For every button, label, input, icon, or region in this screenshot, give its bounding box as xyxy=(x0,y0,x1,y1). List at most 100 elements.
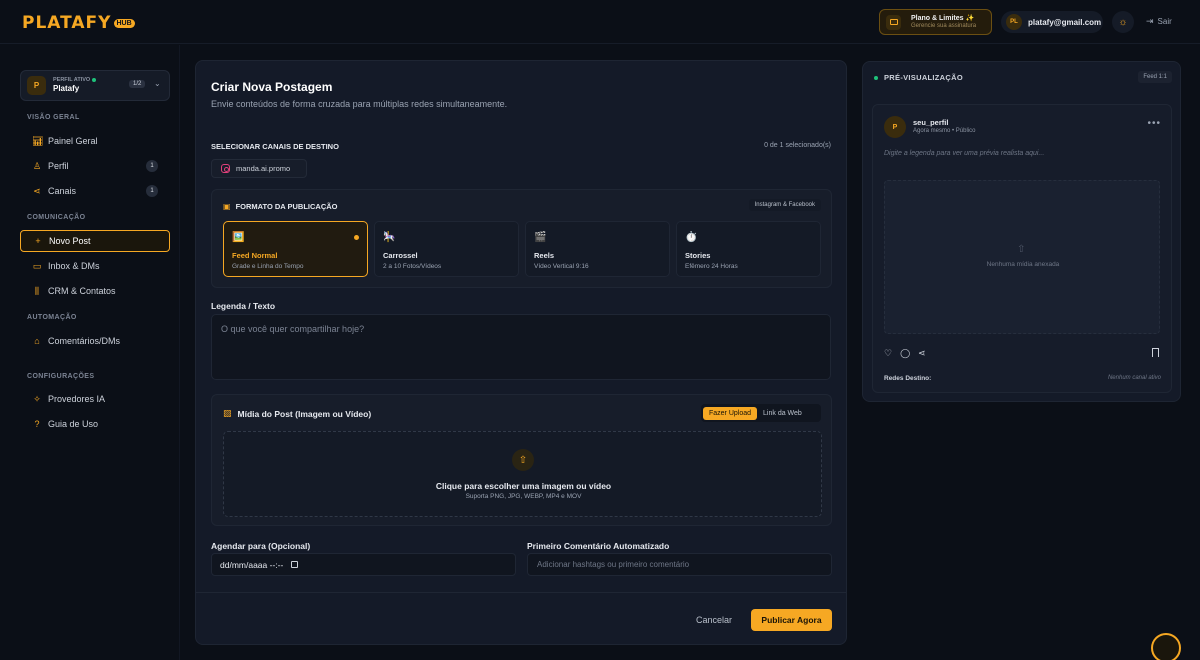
sun-icon: ☼ xyxy=(1118,16,1128,28)
count-badge: 1 xyxy=(146,160,158,172)
calendar-icon[interactable] xyxy=(291,561,299,568)
first-comment-input[interactable] xyxy=(527,553,832,576)
film-icon: ▣ xyxy=(223,202,231,211)
image-icon: 🖼️ xyxy=(232,232,245,243)
upload-tab[interactable]: Fazer Upload xyxy=(703,406,758,420)
user-menu[interactable]: PL platafy@gmail.com xyxy=(1001,11,1103,33)
logo[interactable]: PLATAFY HUB xyxy=(22,13,135,33)
format-option-stories[interactable]: ⏱️ Stories Efêmero 24 Horas xyxy=(676,221,821,277)
sidebar-item-canais[interactable]: ⋖ Canais 1 xyxy=(20,180,170,202)
channel-chip-instagram[interactable]: manda.ai.promo xyxy=(211,159,307,178)
profile-count-badge: 1/2 xyxy=(129,80,146,88)
active-profile-selector[interactable]: P PERFIL ATIVO Platafy 1/2 ⌄ xyxy=(20,70,170,101)
schedule-datetime-input[interactable]: dd/mm/aaaa --:-- xyxy=(211,553,516,576)
carousel-icon: 🎠 xyxy=(383,232,396,243)
sidebar-item-label: CRM & Contatos xyxy=(48,286,116,296)
caption-textarea[interactable] xyxy=(211,314,831,380)
format-option-sub: Grade e Linha do Tempo xyxy=(232,263,304,270)
sidebar-item-novo-post[interactable]: + Novo Post xyxy=(20,230,170,252)
sidebar-item-guia-de-uso[interactable]: ? Guia de Uso xyxy=(20,413,170,435)
no-media-text: Nenhuma mídia anexada xyxy=(986,261,1060,268)
page-title: Criar Nova Postagem xyxy=(211,80,333,94)
online-dot xyxy=(92,77,97,82)
divider xyxy=(196,592,846,593)
web-link-tab[interactable]: Link da Web xyxy=(757,407,808,420)
logo-badge: HUB xyxy=(113,18,135,28)
avatar: PL xyxy=(1006,14,1022,30)
sidebar-item-painel-geral[interactable]: 📊︎ Painel Geral xyxy=(20,130,170,152)
sidebar-item-label: Painel Geral xyxy=(48,136,98,146)
image-icon: ▨ xyxy=(223,408,232,418)
sidebar-item-label: Guia de Uso xyxy=(48,419,99,429)
sidebar-item-label: Comentários/DMs xyxy=(48,336,121,346)
channel-name: manda.ai.promo xyxy=(236,164,291,173)
profile-avatar: P xyxy=(27,76,46,95)
logout-icon: ⇥ xyxy=(1146,16,1154,26)
format-option-sub: Efêmero 24 Horas xyxy=(685,263,738,270)
heart-icon[interactable]: ♡ xyxy=(884,348,892,359)
message-icon: ▭ xyxy=(32,260,42,271)
sidebar-item-crm[interactable]: ⫼ CRM & Contatos xyxy=(20,280,170,302)
theme-toggle-button[interactable]: ☼ xyxy=(1112,11,1134,33)
format-title: FORMATO DA PUBLICAÇÃO xyxy=(235,202,338,211)
preview-title: PRÉ-VISUALIZAÇÃO xyxy=(884,73,963,82)
stopwatch-icon: ⏱️ xyxy=(685,232,698,243)
format-option-title: Carrossel xyxy=(383,251,418,260)
format-option-sub: Vídeo Vertical 9:16 xyxy=(534,263,589,270)
format-option-reels[interactable]: 🎬 Reels Vídeo Vertical 9:16 xyxy=(525,221,670,277)
chevron-down-icon: ⌄ xyxy=(154,79,161,88)
format-section: ▣ FORMATO DA PUBLICAÇÃO Instagram & Faceb… xyxy=(211,189,832,288)
kanban-icon: ⫼ xyxy=(34,285,40,296)
schedule-value: dd/mm/aaaa --:-- xyxy=(220,559,284,570)
selected-dot xyxy=(354,235,359,240)
plan-limits-button[interactable]: Plano & Limites ✨ Gerencie sua assinatur… xyxy=(879,9,992,35)
format-option-title: Feed Normal xyxy=(232,251,278,260)
caption-label: Legenda / Texto xyxy=(211,301,276,311)
bar-chart-icon: 📊︎ xyxy=(32,135,44,146)
first-comment-label: Primeiro Comentário Automatizado xyxy=(527,541,670,551)
page-subtitle: Envie conteúdos de forma cruzada para mú… xyxy=(211,99,508,109)
dest-networks-value: Nenhum canal ativo xyxy=(1107,375,1161,381)
clapper-icon: 🎬 xyxy=(534,232,547,243)
sidebar-item-comentarios[interactable]: ⌂ Comentários/DMs xyxy=(20,330,170,352)
avatar: P xyxy=(884,116,906,138)
logo-text: PLATAFY xyxy=(22,13,112,33)
format-option-carrossel[interactable]: 🎠 Carrossel 2 a 10 Fotos/Vídeos xyxy=(374,221,519,277)
sidebar-item-inbox[interactable]: ▭ Inbox & DMs xyxy=(20,255,170,277)
bot-icon: ⌂ xyxy=(34,336,40,346)
bookmark-icon[interactable] xyxy=(1152,348,1159,357)
sidebar-item-label: Canais xyxy=(48,186,77,196)
floating-help-button[interactable] xyxy=(1151,633,1181,660)
help-icon: ? xyxy=(34,419,40,429)
create-post-card: Criar Nova Postagem Envie conteúdos de f… xyxy=(195,60,847,645)
sidebar-item-label: Inbox & DMs xyxy=(48,261,100,271)
section-label: AUTOMAÇÃO xyxy=(27,314,77,321)
instagram-icon xyxy=(221,164,230,173)
cancel-button[interactable]: Cancelar xyxy=(696,615,732,625)
format-option-feed[interactable]: 🖼️ Feed Normal Grade e Linha do Tempo xyxy=(223,221,368,277)
publish-button[interactable]: Publicar Agora xyxy=(751,609,832,631)
logout-button[interactable]: ⇥ Sair xyxy=(1146,16,1172,27)
media-section: ▨ Mídia do Post (Imagem ou Vídeo) Fazer U… xyxy=(211,394,832,526)
top-bar: PLATAFY HUB Plano & Limites ✨ Gerencie s… xyxy=(0,0,1200,44)
sidebar-item-perfil[interactable]: ♙ Perfil 1 xyxy=(20,155,170,177)
format-option-title: Stories xyxy=(685,251,711,260)
section-label: VISÃO GERAL xyxy=(27,114,80,121)
upload-icon: ⇧ xyxy=(1017,244,1026,255)
format-option-sub: 2 a 10 Fotos/Vídeos xyxy=(383,263,442,270)
media-dropzone[interactable]: ⇧ Clique para escolher uma imagem ou víd… xyxy=(223,431,822,517)
section-label: CONFIGURAÇÕES xyxy=(27,373,95,380)
dest-networks-label: Redes Destino: xyxy=(884,375,932,382)
sparkle-icon: ✧ xyxy=(33,393,41,404)
preview-panel: PRÉ-VISUALIZAÇÃO Feed 1:1 P seu_perfil A… xyxy=(862,61,1181,402)
live-dot xyxy=(874,75,878,80)
sidebar-item-provedores-ia[interactable]: ✧ Provedores IA xyxy=(20,388,170,410)
channels-count: 0 de 1 selecionado(s) xyxy=(764,142,831,149)
share-icon[interactable]: ⋖ xyxy=(918,348,926,359)
post-preview: P seu_perfil Agora mesmo • Público ••• D… xyxy=(872,104,1172,393)
plan-subtitle: Gerencie sua assinatura xyxy=(911,22,977,29)
comment-icon[interactable]: ◯ xyxy=(900,348,910,359)
more-icon[interactable]: ••• xyxy=(1147,118,1161,129)
media-title: Mídia do Post (Imagem ou Vídeo) xyxy=(237,408,372,419)
format-option-title: Reels xyxy=(534,251,555,260)
